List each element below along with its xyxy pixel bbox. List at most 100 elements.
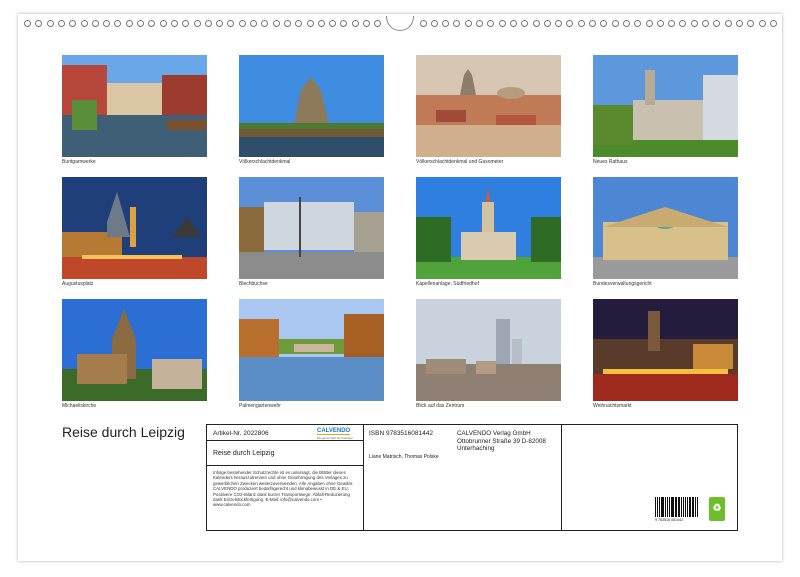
binding-ring [509, 20, 517, 27]
barcode-number: 9 783516 081442 [655, 518, 683, 522]
product-title: Reise durch Leipzig [213, 450, 275, 457]
photo-caption: Bundesverwaltungsgericht [593, 281, 652, 287]
binding-ring [690, 20, 698, 27]
binding-ring [600, 20, 608, 27]
binding-ring [351, 20, 359, 27]
binding-ring [283, 20, 291, 27]
binding-ring [238, 20, 246, 27]
binding-ring [645, 20, 653, 27]
binding-ring [521, 20, 529, 27]
photo [593, 299, 738, 401]
photo [239, 177, 384, 279]
calendar-title: Reise durch Leipzig [62, 424, 185, 440]
binding-ring [114, 20, 122, 27]
binding-ring [656, 20, 664, 27]
binding-ring [216, 20, 224, 27]
binding-ring [170, 20, 178, 27]
binding-ring [272, 20, 280, 27]
binding-ring [430, 20, 438, 27]
binding-ring [24, 20, 31, 27]
photo [593, 55, 738, 157]
photo-caption: Blechbüchse [239, 281, 268, 287]
binding-ring [498, 20, 506, 27]
binding-ring [679, 20, 687, 27]
binding-ring [442, 20, 450, 27]
binding-ring [724, 20, 732, 27]
binding-ring [137, 20, 144, 27]
photo [593, 177, 738, 279]
eco-badge-icon: ♻ [709, 497, 725, 521]
calvendo-logo-tagline: Die ganze Welt der Kalender [317, 436, 353, 440]
photo-caption: Michaeliskirche [62, 403, 97, 409]
binding-ring [204, 20, 212, 27]
binding-ring [148, 20, 156, 27]
info-box: Artikel-Nr. 2022806 CALVENDO Die ganze W… [206, 424, 738, 531]
binding-ring [340, 20, 348, 27]
binding-ring [589, 20, 596, 27]
binding-ring [702, 20, 709, 27]
binding-ring [634, 20, 642, 27]
photo [62, 177, 207, 279]
binding-ring [69, 20, 77, 27]
binding-ring [419, 20, 427, 27]
binding-ring [532, 20, 540, 27]
photo-caption: Buntgarnwerke [62, 159, 96, 165]
calvendo-logo: CALVENDO [317, 428, 351, 435]
binding-ring [713, 20, 721, 27]
binding-ring [735, 20, 743, 27]
binding-ring [329, 20, 337, 27]
binding-ring [487, 20, 495, 27]
binding-ring [566, 20, 574, 27]
photo-caption: Augustusplatz [62, 281, 94, 287]
binding-ring [317, 20, 325, 27]
binding-ring [125, 20, 133, 27]
photo [416, 299, 561, 401]
binding-ring [227, 20, 235, 27]
binding-ring [464, 20, 472, 27]
photo [62, 55, 207, 157]
binding-ring [622, 20, 630, 27]
binding-ring [159, 20, 167, 27]
binding-ring [80, 20, 88, 27]
binding-ring [555, 20, 563, 27]
article-number: Artikel-Nr. 2022806 [213, 430, 269, 437]
publisher-address: CALVENDO Verlag GmbH Ottobrunner Straße … [457, 430, 546, 452]
binding-ring [250, 20, 257, 27]
photo-caption: Kapellenanlage, Südfriedhof [416, 281, 479, 287]
photo [239, 55, 384, 157]
binding-ring [543, 20, 551, 27]
binding-ring [57, 20, 65, 27]
authors: Liane Matrisch, Thomas Polske [369, 454, 439, 460]
binding-ring [91, 20, 99, 27]
binding-ring [758, 20, 766, 27]
barcode-icon: 9 783516 081442 [655, 497, 699, 523]
binding-ring [747, 20, 755, 27]
isbn: ISBN 9783516081442 [369, 430, 433, 437]
legal-notice: Infolge bestehender Schutzrechte ist es … [213, 470, 354, 508]
photo [416, 55, 561, 157]
binding-ring [374, 20, 382, 27]
binding-ring [476, 20, 483, 27]
binding-ring [261, 20, 269, 27]
photo-caption: Neues Rathaus [593, 159, 628, 165]
binding-ring [577, 20, 585, 27]
binding-ring [306, 20, 314, 27]
binding-ring [453, 20, 461, 27]
photo-caption: Völkerschlachtdenkmal und Gasometer [416, 159, 504, 165]
binding-ring [35, 20, 43, 27]
photo-caption: Blick auf das Zentrum [416, 403, 465, 409]
photo [416, 177, 561, 279]
photo [62, 299, 207, 401]
binding-ring [363, 20, 370, 27]
photo [239, 299, 384, 401]
binding-ring [668, 20, 676, 27]
photo-caption: Palmengartenwehr [239, 403, 281, 409]
binding-ring [193, 20, 201, 27]
binding-ring [46, 20, 54, 27]
binding-ring [295, 20, 303, 27]
binding-ring [769, 20, 777, 27]
binding-ring [103, 20, 111, 27]
photo-caption: Weihnachtsmarkt [593, 403, 632, 409]
binding-ring [182, 20, 190, 27]
photo-caption: Völkerschlachtdenkmal [239, 159, 291, 165]
